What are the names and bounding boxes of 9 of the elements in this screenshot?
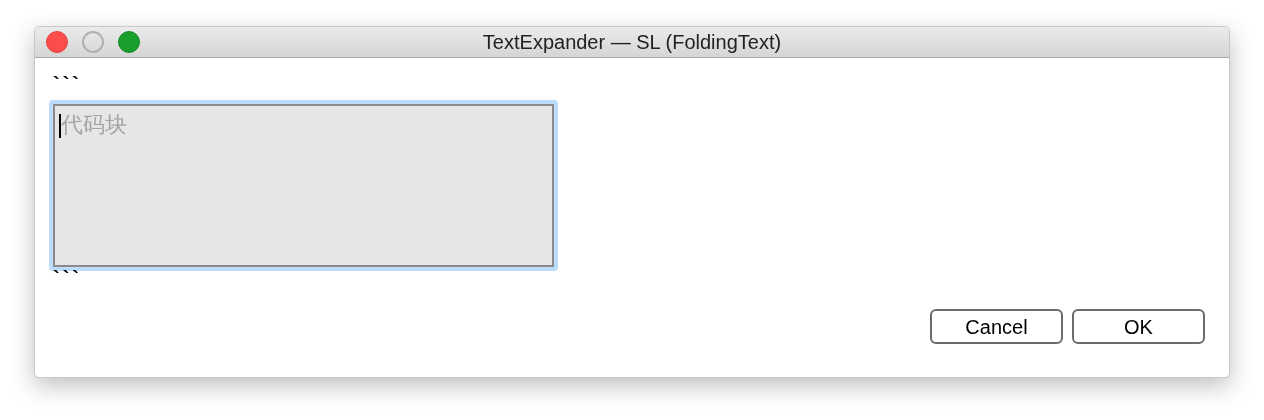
dialog-button[interactable]: Cancel — [930, 309, 1063, 344]
window-title: TextExpander — SL (FoldingText) — [482, 30, 782, 55]
code-fence: ``` — [53, 271, 82, 285]
close-button[interactable] — [46, 31, 68, 53]
placeholder-text: 代码块 — [61, 112, 127, 138]
zoom-button[interactable] — [118, 31, 140, 53]
dialog-button[interactable]: OK — [1072, 309, 1205, 344]
code-fence: ``` — [53, 74, 82, 94]
text-cursor — [59, 114, 61, 138]
